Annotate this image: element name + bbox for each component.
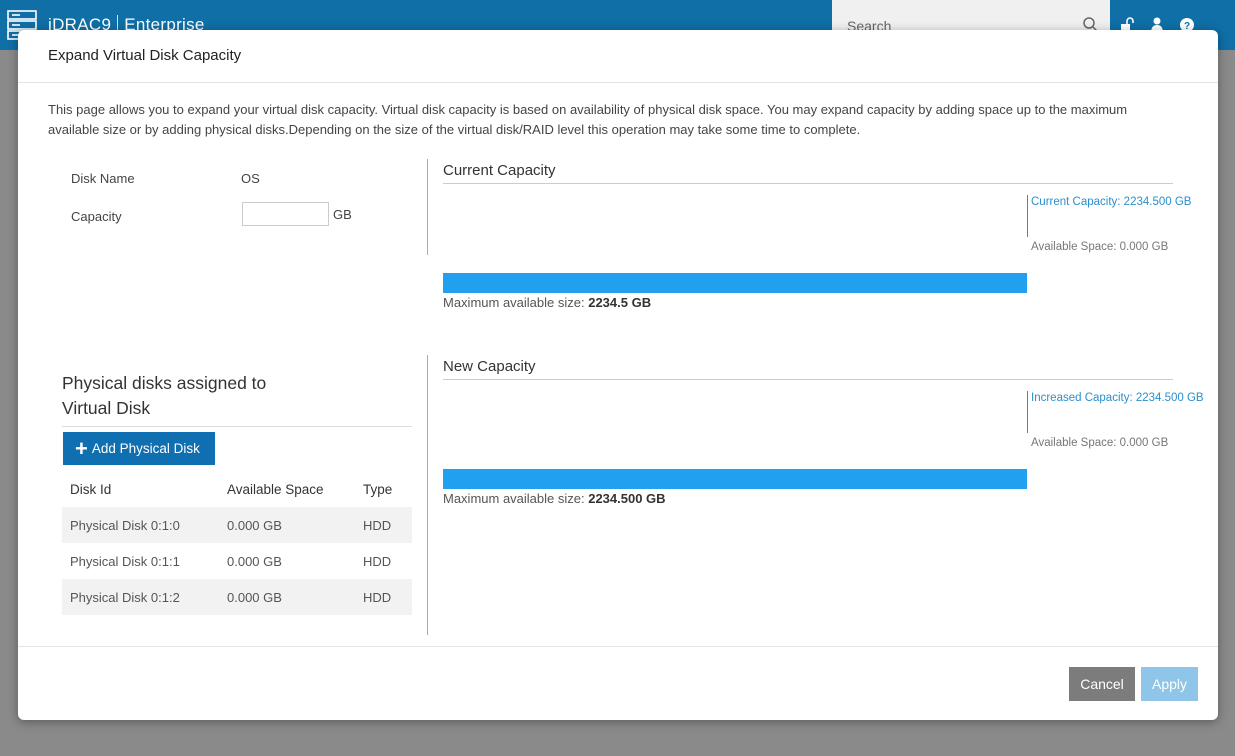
current-max-size: Maximum available size: 2234.5 GB xyxy=(443,295,651,310)
type-cell: HDD xyxy=(355,579,412,615)
current-capacity-marker xyxy=(1027,195,1028,237)
type-cell: HDD xyxy=(355,507,412,543)
add-physical-disk-button[interactable]: + Add Physical Disk xyxy=(63,432,215,465)
dialog-header: Expand Virtual Disk Capacity xyxy=(18,30,1218,83)
disk-id-cell: Physical Disk 0:1:0 xyxy=(62,507,219,543)
table-row[interactable]: Physical Disk 0:1:0 0.000 GB HDD xyxy=(62,507,412,543)
column-header-type[interactable]: Type xyxy=(355,471,412,507)
new-max-size: Maximum available size: 2234.500 GB xyxy=(443,491,666,506)
new-max-size-value: 2234.500 GB xyxy=(588,491,666,506)
disk-id-cell: Physical Disk 0:1:1 xyxy=(70,553,180,569)
disk-name-value: OS xyxy=(241,171,260,186)
current-capacity-title: Current Capacity xyxy=(443,162,1173,184)
available-space-cell: 0.000 GB xyxy=(227,553,282,569)
new-capacity-marker-label: Increased Capacity: 2234.500 GB xyxy=(1031,392,1204,404)
plus-icon: + xyxy=(75,435,88,461)
type-cell: HDD xyxy=(363,553,392,569)
new-max-size-label: Maximum available size: xyxy=(443,491,589,506)
new-available-space: Available Space: 0.000 GB xyxy=(1031,437,1169,449)
current-max-size-label: Maximum available size: xyxy=(443,295,589,310)
current-max-size-value: 2234.5 GB xyxy=(588,295,652,310)
capacity-unit: GB xyxy=(333,207,352,222)
new-capacity-marker xyxy=(1027,391,1028,433)
vertical-divider-top xyxy=(427,159,428,255)
physical-disks-title: Physical disks assigned to Virtual Disk xyxy=(62,373,267,418)
current-available-space: Available Space: 0.000 GB xyxy=(1031,241,1169,253)
table-row[interactable]: Physical Disk 0:1:1 0.000 GB HDD xyxy=(62,543,412,579)
expand-disk-dialog: Expand Virtual Disk Capacity This page a… xyxy=(18,30,1218,720)
column-header-available-space[interactable]: Available Space xyxy=(219,471,355,507)
physical-disks-table: Disk Id Available Space Type Physical Di… xyxy=(62,471,412,615)
dialog-title: Expand Virtual Disk Capacity xyxy=(48,47,242,64)
disk-id-cell: Physical Disk 0:1:2 xyxy=(62,579,219,615)
new-capacity-bar xyxy=(443,469,1027,489)
physical-disks-divider xyxy=(62,426,412,427)
table-row[interactable]: Physical Disk 0:1:2 0.000 GB HDD xyxy=(62,579,412,615)
current-capacity-bar xyxy=(443,273,1027,293)
available-space-cell: 0.000 GB xyxy=(219,579,355,615)
current-capacity-marker-label: Current Capacity: 2234.500 GB xyxy=(1031,196,1192,208)
dialog-footer-divider xyxy=(18,646,1218,647)
cancel-button[interactable]: Cancel xyxy=(1069,667,1135,701)
new-capacity-title: New Capacity xyxy=(443,358,1173,380)
capacity-label: Capacity xyxy=(71,209,122,224)
available-space-cell: 0.000 GB xyxy=(219,507,355,543)
capacity-input[interactable] xyxy=(242,202,329,226)
column-header-disk-id[interactable]: Disk Id xyxy=(62,471,219,507)
vertical-divider-bottom xyxy=(427,355,428,635)
disk-name-label: Disk Name xyxy=(71,171,135,186)
apply-button[interactable]: Apply xyxy=(1141,667,1198,701)
add-physical-disk-label: Add Physical Disk xyxy=(91,441,200,456)
dialog-description: This page allows you to expand your virt… xyxy=(48,102,1128,137)
table-header-row: Disk Id Available Space Type xyxy=(62,471,412,507)
